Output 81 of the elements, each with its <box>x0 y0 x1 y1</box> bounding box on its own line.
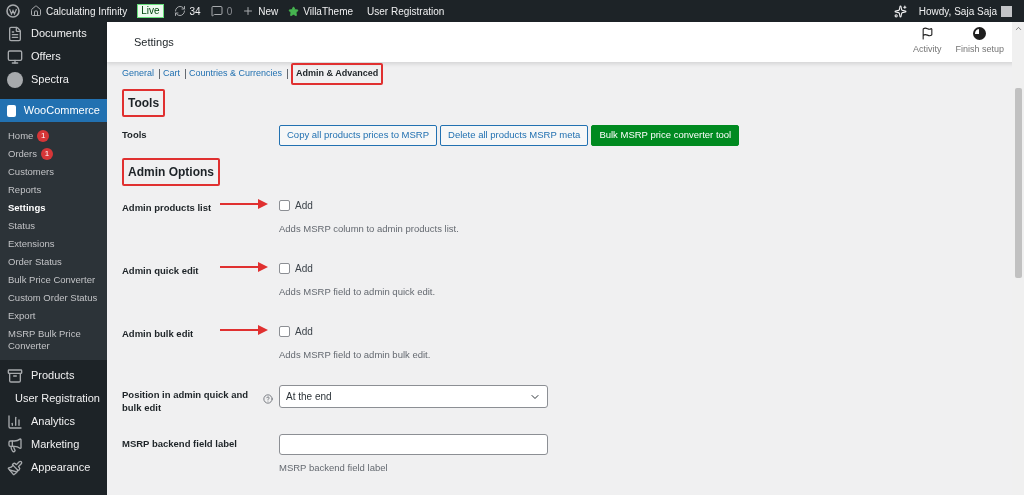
tool-button[interactable]: Copy all products prices to MSRP <box>279 124 438 146</box>
updates-count[interactable]: 34 <box>189 3 201 19</box>
count-badge: 1 <box>41 148 54 160</box>
megaphone-icon <box>7 436 23 453</box>
field-description: Adds MSRP field to admin quick edit. <box>279 284 436 299</box>
new-link[interactable]: New <box>258 3 279 19</box>
document-icon <box>7 25 23 42</box>
settings-tab[interactable]: Cart <box>163 63 181 85</box>
home-icon <box>30 5 42 17</box>
submenu-item[interactable]: Export <box>0 307 107 325</box>
paintbrush-icon <box>7 459 23 476</box>
sidebar-item[interactable]: Marketing <box>0 433 107 456</box>
checkbox[interactable] <box>279 326 290 337</box>
sidebar-item[interactable]: Products <box>0 364 107 387</box>
header-action-button[interactable]: Finish setup <box>955 27 1004 57</box>
checkbox[interactable] <box>279 262 290 274</box>
sidebar-item[interactable]: User Registration <box>0 387 107 410</box>
submenu-item[interactable]: MSRP Bulk Price Converter <box>0 325 107 355</box>
setting-label: Position in admin quick and bulk edit <box>122 388 250 415</box>
field-description: MSRP backend field label <box>279 461 389 476</box>
submenu-item[interactable]: Home 1 <box>0 127 107 145</box>
monitor-icon <box>7 48 23 65</box>
submenu-item[interactable]: Status <box>0 217 107 235</box>
toolbar-link[interactable]: VillaTheme <box>303 3 354 19</box>
submenu-item[interactable]: Reports <box>0 181 107 199</box>
spectra-logo-icon <box>7 71 23 88</box>
settings-tab[interactable]: General <box>122 63 155 85</box>
help-icon[interactable] <box>263 394 273 405</box>
avatar-icon[interactable] <box>1001 5 1012 17</box>
setting-label: Admin bulk edit <box>122 327 194 340</box>
select-field[interactable]: At the end <box>279 385 548 409</box>
scroll-up-icon[interactable] <box>1013 24 1023 33</box>
sidebar-item-current[interactable]: WooCommerce <box>0 99 107 122</box>
tool-button[interactable]: Bulk MSRP price converter tool <box>591 124 740 146</box>
live-badge: Live <box>137 4 164 18</box>
field-description: Adds MSRP field to admin bulk edit. <box>279 348 431 362</box>
wordpress-logo-icon[interactable] <box>6 4 20 18</box>
count-badge: 1 <box>37 130 50 142</box>
settings-tab[interactable]: Countries & Currencies <box>189 63 283 85</box>
header-action-button[interactable]: Activity <box>912 27 942 57</box>
field-description: Adds MSRP column to admin products list. <box>279 221 459 236</box>
settings-tab[interactable]: Admin & Advanced <box>291 63 384 85</box>
section-heading: Admin Options <box>122 157 220 186</box>
site-name-link[interactable]: Calculating Infinity <box>46 3 128 19</box>
checkbox-label: Add <box>295 325 313 339</box>
flag-icon <box>920 27 934 41</box>
plus-icon[interactable] <box>242 5 255 17</box>
submenu-item[interactable]: Orders 1 <box>0 145 107 163</box>
page-title: Settings <box>134 34 174 50</box>
sidebar-item[interactable]: Documents <box>0 22 107 45</box>
submenu-item[interactable]: Bulk Price Converter <box>0 271 107 289</box>
submenu-item[interactable]: Settings <box>0 199 107 217</box>
sidebar-item[interactable]: Offers <box>0 45 107 68</box>
checkbox[interactable] <box>279 199 290 211</box>
submenu-item[interactable]: Custom Order Status <box>0 289 107 307</box>
checkbox-label: Add <box>295 198 313 213</box>
sidebar-item[interactable]: Analytics <box>0 410 107 433</box>
star-icon <box>288 5 300 17</box>
greeting-link[interactable]: Howdy, Saja Saja <box>918 3 997 19</box>
submenu-item[interactable]: Customers <box>0 163 107 181</box>
submenu-item[interactable]: Order Status <box>0 253 107 271</box>
tool-button[interactable]: Delete all products MSRP meta <box>440 124 589 146</box>
setting-label: Admin products list <box>122 200 212 214</box>
sidebar-item[interactable]: Appearance <box>0 456 107 479</box>
checkbox-label: Add <box>295 261 313 276</box>
section-heading: Tools <box>122 88 166 117</box>
comments-count[interactable]: 0 <box>226 3 233 19</box>
input-field[interactable] <box>279 434 548 456</box>
sidebar-item[interactable]: Spectra <box>0 68 107 91</box>
setting-label: MSRP backend field label <box>122 437 237 451</box>
setting-label: Admin quick edit <box>122 263 199 277</box>
toolbar-link[interactable]: User Registration <box>367 3 445 19</box>
comment-icon[interactable] <box>210 5 223 17</box>
submenu-item[interactable]: Extensions <box>0 235 107 253</box>
archive-icon <box>7 367 23 384</box>
bar-chart-icon <box>7 413 23 430</box>
woo-logo-icon <box>7 104 16 117</box>
setting-label: Tools <box>122 127 147 141</box>
refresh-icon[interactable] <box>173 5 186 17</box>
sparkle-icon[interactable] <box>893 4 907 18</box>
scroll-thumb[interactable] <box>1014 88 1022 278</box>
